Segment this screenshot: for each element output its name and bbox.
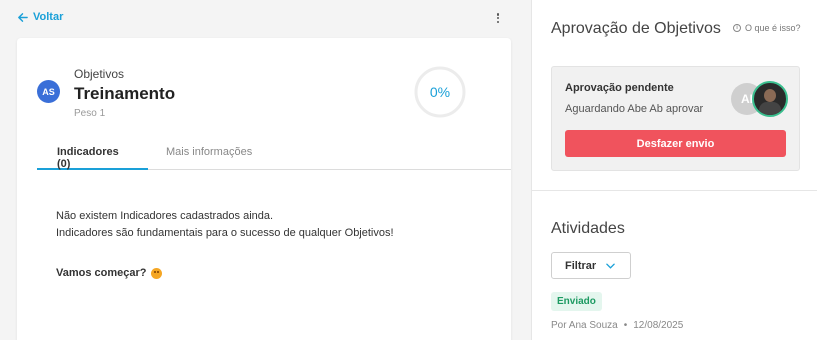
arrow-left-icon xyxy=(18,12,28,22)
approval-status-title: Aprovação pendente xyxy=(565,82,674,94)
activity-author: Por Ana Souza xyxy=(551,320,618,331)
objective-type: Objetivos xyxy=(74,67,125,81)
tab-indicadores[interactable]: Indicadores (0) xyxy=(37,142,148,170)
start-prompt: Vamos começar? xyxy=(56,267,162,279)
more-options-icon[interactable] xyxy=(494,11,502,25)
approval-card: Aprovação pendente Aguardando Abe Ab apr… xyxy=(551,66,800,171)
objective-weight: Peso 1 xyxy=(74,108,106,119)
empty-hint: Indicadores são fundamentais para o suce… xyxy=(56,227,394,239)
start-label: Vamos começar? xyxy=(56,267,147,279)
meta-separator: • xyxy=(623,320,628,331)
tab-bar: Indicadores (0) Mais informações xyxy=(37,142,511,170)
activity-date: 12/08/2025 xyxy=(633,320,684,331)
smile-emoji-icon xyxy=(150,267,162,279)
back-label: Voltar xyxy=(33,11,64,23)
undo-submit-button[interactable]: Desfazer envio xyxy=(565,130,786,157)
avatar: AS xyxy=(37,80,60,103)
divider xyxy=(532,190,817,191)
approval-title: Aprovação de Objetivos xyxy=(551,20,721,37)
activities-title: Atividades xyxy=(551,220,625,237)
chevron-down-icon xyxy=(606,263,615,269)
empty-message: Não existem Indicadores cadastrados aind… xyxy=(56,210,274,222)
user-avatar xyxy=(752,81,788,117)
help-label: O que é isso? xyxy=(745,23,801,33)
status-badge: Enviado xyxy=(551,292,602,311)
filter-label: Filtrar xyxy=(565,259,597,272)
filter-dropdown[interactable]: Filtrar xyxy=(551,252,631,279)
main-area: Voltar AS Objetivos Treinamento Peso 1 0… xyxy=(0,0,530,340)
tab-mais-informacoes[interactable]: Mais informações xyxy=(148,142,272,170)
info-icon: i xyxy=(733,24,741,32)
side-panel: Aprovação de Objetivos i O que é isso? A… xyxy=(531,0,817,340)
back-link[interactable]: Voltar xyxy=(17,11,63,23)
approval-status-text: Aguardando Abe Ab aprovar xyxy=(565,103,704,115)
page-title: Treinamento xyxy=(74,84,176,103)
help-link[interactable]: i O que é isso? xyxy=(733,23,801,33)
activity-meta: Por Ana Souza • 12/08/2025 xyxy=(551,320,683,331)
objective-card: AS Objetivos Treinamento Peso 1 0% Indic… xyxy=(17,38,511,340)
progress-ring: 0% xyxy=(413,65,467,119)
progress-value: 0% xyxy=(429,84,451,100)
